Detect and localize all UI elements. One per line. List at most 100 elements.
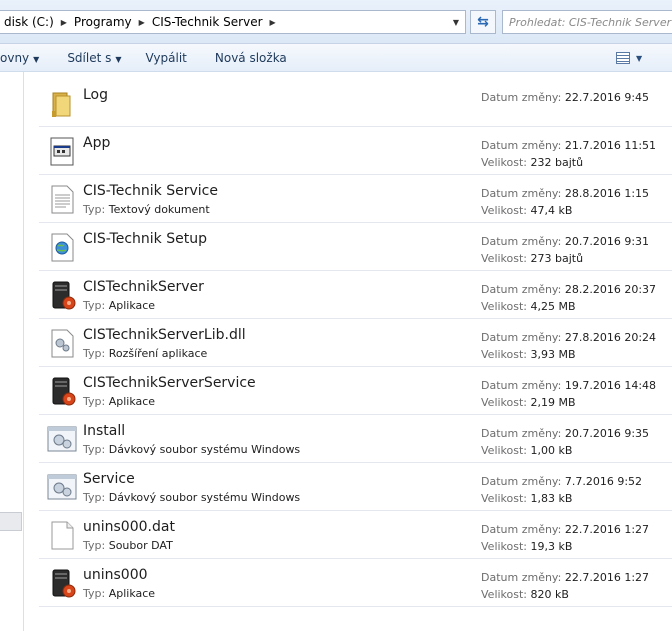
file-date: Datum změny: 22.7.2016 1:27 <box>481 523 649 536</box>
breadcrumb-drive[interactable]: disk (C:) <box>0 15 58 29</box>
file-row[interactable]: CISTechnikServer Typ: Aplikace Datum změny… <box>39 271 672 319</box>
file-name[interactable]: unins000.dat <box>83 519 175 535</box>
file-name[interactable]: unins000 <box>83 567 148 583</box>
new-folder-button[interactable]: Nová složka <box>199 51 299 65</box>
file-row[interactable]: unins000 Typ: Aplikace Datum změny: 22.7.2… <box>39 559 672 607</box>
type-value: Dávkový soubor systému Windows <box>108 491 301 504</box>
type-value: Rozšíření aplikace <box>108 347 208 360</box>
type-label: Typ: <box>83 539 106 552</box>
file-type: Typ: Aplikace <box>83 587 155 600</box>
file-date: Datum změny: 22.7.2016 1:27 <box>481 571 649 584</box>
file-name[interactable]: Service <box>83 471 135 487</box>
file-date: Datum změny: 28.2.2016 20:37 <box>481 283 656 296</box>
command-bar: ovny ▼ Sdílet s ▼ Vypálit Nová složka ▼ <box>0 44 672 72</box>
batch-file-icon <box>46 423 78 455</box>
file-row[interactable]: unins000.dat Typ: Soubor DAT Datum změny: … <box>39 511 672 559</box>
file-name[interactable]: Install <box>83 423 125 439</box>
size-value: 273 bajtů <box>530 252 584 265</box>
file-row[interactable]: CIS-Technik Setup Datum změny: 20.7.2016 … <box>39 223 672 271</box>
file-size: Velikost: 3,93 MB <box>481 348 576 361</box>
file-size: Velikost: 4,25 MB <box>481 300 576 313</box>
refresh-button[interactable]: ⇆ <box>470 10 496 34</box>
file-row[interactable]: Service Typ: Dávkový soubor systému Windo… <box>39 463 672 511</box>
burn-button[interactable]: Vypálit <box>134 51 199 65</box>
date-value: 7.7.2016 9:52 <box>564 475 643 488</box>
date-label: Datum změny: <box>481 523 562 536</box>
type-value: Aplikace <box>108 299 156 312</box>
file-row[interactable]: Log Datum změny: 22.7.2016 9:45 <box>39 79 672 127</box>
date-value: 22.7.2016 1:27 <box>564 523 650 536</box>
file-date: Datum změny: 28.8.2016 1:15 <box>481 187 649 200</box>
file-name[interactable]: CISTechnikServer <box>83 279 204 295</box>
chevron-right-icon[interactable]: ▶ <box>267 18 279 27</box>
type-label: Typ: <box>83 443 106 456</box>
chevron-right-icon[interactable]: ▶ <box>136 18 148 27</box>
file-name[interactable]: CISTechnikServerLib.dll <box>83 327 246 343</box>
file-row[interactable]: Install Typ: Dávkový soubor systému Windo… <box>39 415 672 463</box>
type-value: Aplikace <box>108 587 156 600</box>
file-name[interactable]: App <box>83 135 110 151</box>
file-size: Velikost: 1,83 kB <box>481 492 572 505</box>
search-input[interactable]: Prohledat: CIS-Technik Server <box>502 10 672 34</box>
dll-file-icon <box>46 327 78 359</box>
size-value: 4,25 MB <box>530 300 576 313</box>
file-row[interactable]: CIS-Technik Service Typ: Textový dokument… <box>39 175 672 223</box>
size-label: Velikost: <box>481 492 528 505</box>
breadcrumb[interactable]: disk (C:) ▶ Programy ▶ CIS-Technik Serve… <box>0 10 466 34</box>
history-dropdown-icon[interactable]: ▼ <box>449 14 463 30</box>
chevron-right-icon[interactable]: ▶ <box>58 18 70 27</box>
size-label: Velikost: <box>481 204 528 217</box>
file-date: Datum změny: 22.7.2016 9:45 <box>481 91 649 104</box>
chevron-down-icon: ▼ <box>33 54 40 64</box>
type-value: Textový dokument <box>108 203 210 216</box>
type-label: Typ: <box>83 203 106 216</box>
size-label: Velikost: <box>481 300 528 313</box>
file-date: Datum změny: 20.7.2016 9:31 <box>481 235 649 248</box>
type-value: Soubor DAT <box>108 539 173 552</box>
file-name[interactable]: Log <box>83 87 108 103</box>
config-file-icon <box>46 135 78 167</box>
date-label: Datum změny: <box>481 235 562 248</box>
file-type: Typ: Textový dokument <box>83 203 210 216</box>
file-type: Typ: Soubor DAT <box>83 539 173 552</box>
size-value: 820 kB <box>530 588 569 601</box>
file-size: Velikost: 47,4 kB <box>481 204 572 217</box>
size-label: Velikost: <box>481 156 528 169</box>
toolbar-menu-button[interactable]: ovny ▼ <box>0 51 51 65</box>
date-label: Datum změny: <box>481 379 562 392</box>
file-row[interactable]: CISTechnikServerService Typ: Aplikace Datu… <box>39 367 672 415</box>
size-label: Velikost: <box>481 252 528 265</box>
file-name[interactable]: CIS-Technik Service <box>83 183 218 199</box>
size-value: 1,83 kB <box>530 492 573 505</box>
file-size: Velikost: 19,3 kB <box>481 540 572 553</box>
file-date: Datum změny: 21.7.2016 11:51 <box>481 139 656 152</box>
file-name[interactable]: CISTechnikServerService <box>83 375 256 391</box>
size-label: Velikost: <box>481 444 528 457</box>
share-with-button[interactable]: Sdílet s ▼ <box>51 51 133 65</box>
date-value: 20.7.2016 9:35 <box>564 427 650 440</box>
file-row[interactable]: App Datum změny: 21.7.2016 11:51 Velikost:… <box>39 127 672 175</box>
navigation-pane[interactable] <box>0 72 24 631</box>
breadcrumb-current-folder[interactable]: CIS-Technik Server <box>148 15 267 29</box>
breadcrumb-programy[interactable]: Programy <box>70 15 136 29</box>
file-size: Velikost: 273 bajtů <box>481 252 583 265</box>
file-size: Velikost: 820 kB <box>481 588 569 601</box>
size-value: 1,00 kB <box>530 444 573 457</box>
blank-file-icon <box>46 519 78 551</box>
file-type: Typ: Rozšíření aplikace <box>83 347 207 360</box>
file-type: Typ: Aplikace <box>83 395 155 408</box>
server-app-icon <box>46 279 78 311</box>
change-view-button[interactable]: ▼ <box>616 48 642 68</box>
batch-file-icon <box>46 471 78 503</box>
size-value: 232 bajtů <box>530 156 584 169</box>
file-date: Datum změny: 19.7.2016 14:48 <box>481 379 656 392</box>
date-label: Datum změny: <box>481 331 562 344</box>
file-date: Datum změny: 20.7.2016 9:35 <box>481 427 649 440</box>
file-name[interactable]: CIS-Technik Setup <box>83 231 207 247</box>
text-file-icon <box>46 183 78 215</box>
nav-pane-scroll-thumb[interactable] <box>0 512 22 531</box>
refresh-icon: ⇆ <box>477 14 489 30</box>
file-row[interactable]: CISTechnikServerLib.dll Typ: Rozšíření ap… <box>39 319 672 367</box>
date-value: 21.7.2016 11:51 <box>564 139 657 152</box>
search-placeholder: Prohledat: CIS-Technik Server <box>509 15 672 29</box>
